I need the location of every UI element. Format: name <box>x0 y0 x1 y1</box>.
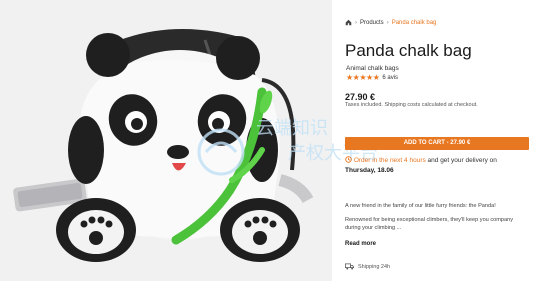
product-rating[interactable]: ★★★★★ 6 avis <box>346 73 398 82</box>
home-icon[interactable] <box>345 19 352 26</box>
description-line: A new friend in the family of our little… <box>345 203 496 209</box>
product-image[interactable] <box>0 0 332 281</box>
breadcrumb-separator-icon: › <box>386 19 389 26</box>
delivery-hours: 4 hours <box>404 157 426 164</box>
delivery-countdown: Order in the next 4 hours and get your d… <box>345 156 497 164</box>
breadcrumb: › Products › Panda chalk bag <box>345 19 436 26</box>
truck-icon <box>345 263 354 270</box>
breadcrumb-separator-icon: › <box>355 19 357 26</box>
product-price: 27.90 € <box>345 92 376 102</box>
tax-note: Taxes included. Shipping costs calculate… <box>345 102 478 108</box>
panda-chalk-bag-image <box>13 29 314 262</box>
product-info: › Products › Panda chalk bag Panda chalk… <box>345 0 535 281</box>
star-rating-icon: ★★★★★ <box>346 73 380 82</box>
add-to-cart-button[interactable]: ADD TO CART - 27.90 € <box>345 137 529 150</box>
description-line: during your climbing ... <box>345 225 402 231</box>
clock-icon <box>345 156 352 163</box>
product-subtitle: Animal chalk bags <box>346 65 399 72</box>
delivery-date: Thursday, 18.06 <box>345 167 394 174</box>
shipping-info: Shipping 24h <box>345 263 390 270</box>
breadcrumb-products[interactable]: Products <box>360 20 384 26</box>
shipping-label: Shipping 24h <box>358 263 391 270</box>
product-title: Panda chalk bag <box>345 41 472 60</box>
read-more-link[interactable]: Read more <box>345 241 376 247</box>
breadcrumb-current: Panda chalk bag <box>391 19 437 26</box>
review-count[interactable]: 6 avis <box>382 75 398 81</box>
delivery-prefix: Order in the next <box>353 157 405 164</box>
delivery-suffix: and get your delivery on <box>425 157 497 164</box>
description-line: Renowned for being exceptional climbers,… <box>345 217 514 223</box>
